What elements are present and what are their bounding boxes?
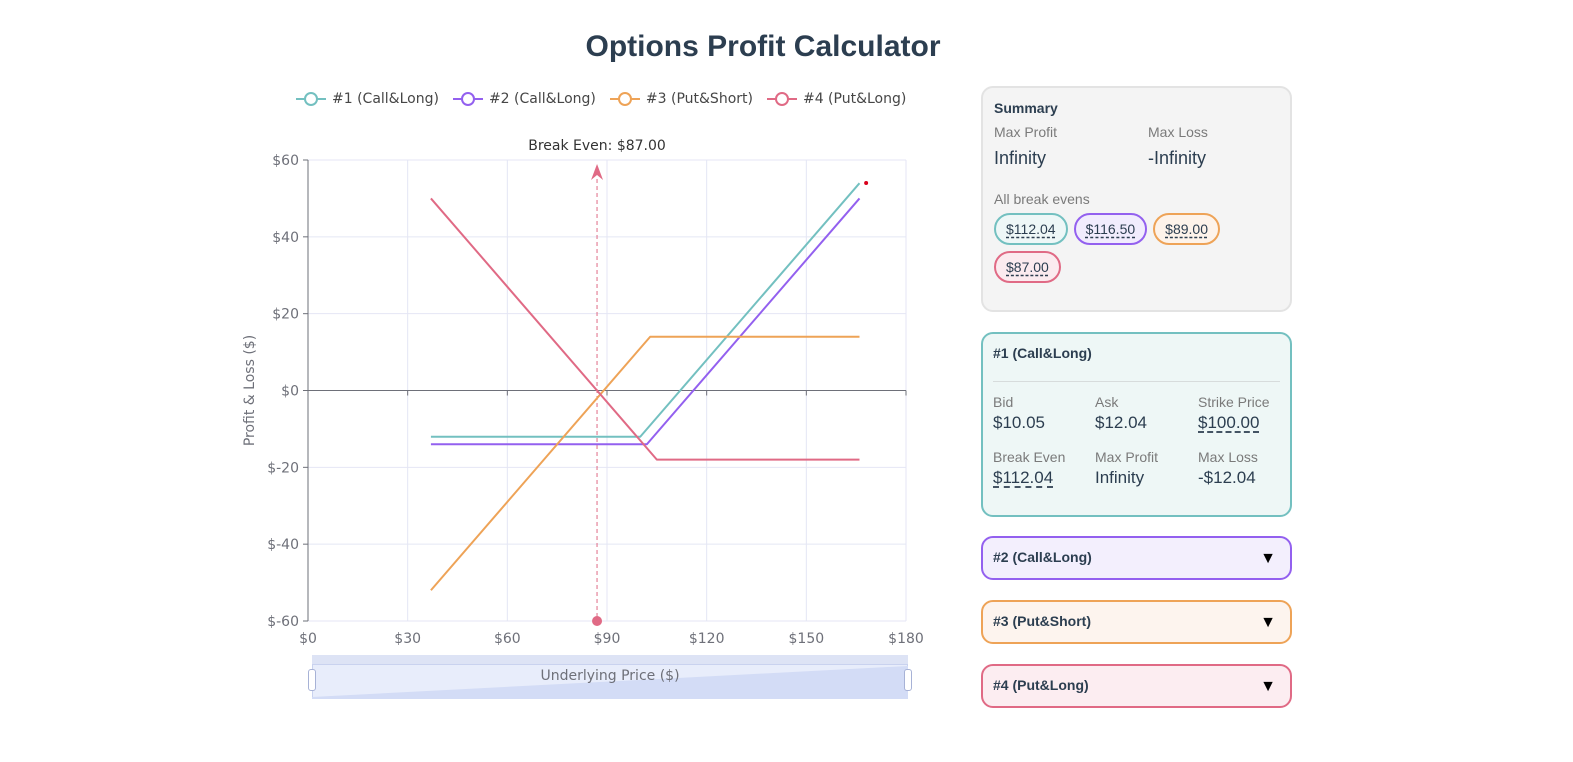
y-tick-label: $0 [281,384,299,400]
zoom-track[interactable] [312,655,908,664]
chart-legend: #1 (Call&Long) #2 (Call&Long) #3 (Put&Sh… [296,88,906,110]
x-tick-label: $120 [689,631,725,647]
break-even-chip[interactable]: $116.50 [1073,213,1148,245]
break-even-value[interactable]: $112.04 [993,468,1095,488]
bid-label: Bid [993,394,1014,410]
legend-label: #3 (Put&Short) [645,91,753,107]
series-line-4[interactable] [430,197,860,461]
series-end-marker [864,181,869,186]
bid-value: $10.05 [993,413,1045,432]
chevron-down-icon[interactable]: ▼ [1260,550,1276,568]
arrow-up-icon [591,164,604,180]
option-card-title: #4 (Put&Long) [993,677,1089,693]
y-tick-label: $-60 [267,614,299,630]
max-profit-value: Infinity [1095,468,1145,487]
series-line-1[interactable] [430,182,861,438]
legend-label: #2 (Call&Long) [488,91,596,107]
break-even-chip[interactable]: $89.00 [1153,213,1220,245]
option-card-1: #1 (Call&Long) Bid $10.05 Ask $12.04 Strik… [981,332,1292,517]
strike-value[interactable]: $100.00 [1198,413,1288,433]
max-loss-value: -$12.04 [1198,468,1256,487]
legend-marker-icon [296,91,326,107]
option-card-title: #2 (Call&Long) [993,549,1092,565]
zoom-handle-left[interactable] [308,669,316,691]
y-tick-label: $40 [272,230,299,246]
x-tick-label: $0 [299,631,317,647]
break-evens-label: All break evens [994,191,1090,207]
x-tick-label: $180 [888,631,924,647]
max-profit-label: Max Profit [1095,449,1159,465]
legend-label: #1 (Call&Long) [332,91,439,107]
x-tick-label: $30 [394,631,421,647]
zoom-label: Underlying Price ($) [540,668,680,684]
option-card-4[interactable]: #4 (Put&Long) ▼ [981,664,1292,708]
divider [993,381,1280,382]
break-even-annotation: Break Even: $87.00 [528,138,666,154]
series-line-2[interactable] [430,197,861,446]
x-tick-label: $60 [494,631,521,647]
y-tick-label: $20 [272,307,299,323]
page-title: Options Profit Calculator [585,30,941,63]
y-tick-label: $-40 [267,537,299,553]
profit-loss-chart[interactable]: $60$40$20$0$-20$-40$-60$0 $30 $60 $90 $120 $1… [230,125,950,655]
max-profit-value: Infinity [994,148,1047,168]
break-even-chip[interactable]: $112.04 [994,213,1068,245]
option-card-2[interactable]: #2 (Call&Long) ▼ [981,536,1292,580]
legend-item-4[interactable]: #4 (Put&Long) [766,88,907,110]
zoom-slider[interactable]: Underlying Price ($) [308,655,912,699]
y-axis-label: Profit & Loss ($) [242,335,258,446]
summary-panel: Summary Max Profit Infinity Max Loss -In… [981,86,1292,312]
y-tick-label: $60 [272,153,299,169]
max-loss-label: Max Loss [1148,124,1208,140]
x-tick-label: $90 [594,631,621,647]
break-even-label: Break Even [993,449,1066,465]
option-card-title: #3 (Put&Short) [993,613,1091,629]
legend-marker-icon [609,91,640,107]
legend-marker-icon [452,91,483,107]
strike-label: Strike Price [1198,394,1270,410]
break-even-chip[interactable]: $87.00 [994,251,1061,283]
max-loss-value: -Infinity [1148,148,1207,168]
legend-item-2[interactable]: #2 (Call&Long) [452,88,596,110]
max-profit-label: Max Profit [994,124,1058,140]
summary-title: Summary [994,100,1058,116]
chevron-down-icon[interactable]: ▼ [1260,614,1276,632]
legend-label: #4 (Put&Long) [802,91,907,107]
x-tick-label: $150 [789,631,825,647]
legend-item-1[interactable]: #1 (Call&Long) [296,88,439,110]
y-tick-label: $-20 [267,460,299,476]
legend-marker-icon [766,91,797,107]
zoom-handle-right[interactable] [904,669,912,691]
ask-value: $12.04 [1095,413,1147,432]
series-line-3[interactable] [430,335,860,591]
legend-item-3[interactable]: #3 (Put&Short) [609,88,753,110]
break-even-marker-dot[interactable] [592,616,603,626]
option-card-title[interactable]: #1 (Call&Long) [993,345,1280,361]
max-loss-label: Max Loss [1198,449,1258,465]
ask-label: Ask [1095,394,1119,410]
option-card-3[interactable]: #3 (Put&Short) ▼ [981,600,1292,644]
chevron-down-icon[interactable]: ▼ [1260,678,1276,696]
